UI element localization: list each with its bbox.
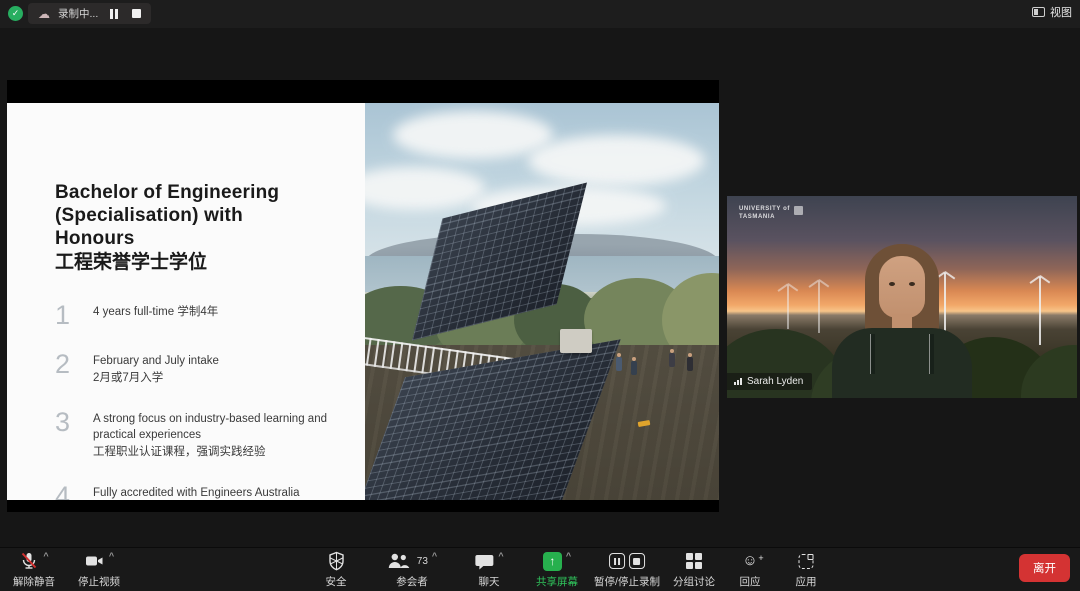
pause-recording-icon[interactable] bbox=[110, 9, 118, 19]
connection-signal-icon bbox=[734, 378, 742, 385]
reactions-label: 回应 bbox=[740, 574, 761, 589]
presentation-slide: Bachelor of Engineering (Specialisation)… bbox=[7, 103, 719, 500]
list-item-line: 2月或7月入学 bbox=[93, 370, 219, 387]
university-tasmania-logo: UNIVERSITY of TASMANIA bbox=[739, 206, 803, 222]
list-item-line: 工程职业认证课程，强调实践经验 bbox=[93, 444, 345, 461]
photo-person bbox=[669, 353, 675, 367]
speaker-video-tile[interactable]: UNIVERSITY of TASMANIA Sarah Lyden bbox=[727, 196, 1077, 398]
chat-label: 聊天 bbox=[478, 574, 499, 589]
participants-label: 参会者 bbox=[396, 574, 428, 589]
stop-recording-icon[interactable] bbox=[629, 553, 645, 569]
share-screen-label: 共享屏幕 bbox=[536, 574, 578, 589]
view-button[interactable]: 视图 bbox=[1032, 4, 1072, 20]
chevron-up-icon[interactable]: ^ bbox=[43, 551, 48, 561]
list-item-number: 4 bbox=[55, 483, 75, 500]
meeting-toolbar: ^ 解除静音 ^ 停止视频 安全 bbox=[0, 547, 1080, 591]
stop-video-label: 停止视频 bbox=[78, 574, 120, 589]
list-item-line: 4 years full-time 学制4年 bbox=[93, 304, 218, 321]
chevron-up-icon[interactable]: ^ bbox=[566, 551, 571, 561]
breakout-grid-icon bbox=[686, 553, 702, 569]
list-item-line: A strong focus on industry-based learnin… bbox=[93, 411, 345, 444]
recording-status-label: 录制中... bbox=[58, 6, 98, 21]
chevron-up-icon[interactable]: ^ bbox=[498, 551, 503, 561]
security-button[interactable]: 安全 bbox=[326, 551, 347, 589]
participants-icon bbox=[387, 552, 411, 570]
chevron-up-icon[interactable]: ^ bbox=[109, 551, 114, 561]
slide-bullet-list: 1 4 years full-time 学制4年 2 February and … bbox=[55, 302, 345, 500]
list-item: 3 A strong focus on industry-based learn… bbox=[55, 409, 345, 461]
security-verified-icon: ✓ bbox=[8, 6, 23, 21]
top-bar: ✓ ☁ 录制中... 视图 bbox=[0, 0, 1080, 28]
chat-bubble-icon bbox=[474, 552, 494, 571]
breakout-label: 分组讨论 bbox=[673, 574, 715, 589]
logo-text-line: TASMANIA bbox=[739, 214, 790, 222]
breakout-rooms-button[interactable]: 分组讨论 bbox=[673, 551, 715, 589]
record-control-label: 暂停/停止录制 bbox=[594, 574, 660, 589]
list-item-number: 3 bbox=[55, 409, 75, 461]
list-item-line: February and July intake bbox=[93, 353, 219, 370]
zoom-meeting-window: ✓ ☁ 录制中... 视图 Bachelor of Engineering (S… bbox=[0, 0, 1080, 591]
participant-name-tag: Sarah Lyden bbox=[727, 373, 812, 390]
shield-icon bbox=[327, 551, 345, 571]
list-item-number: 2 bbox=[55, 351, 75, 386]
list-item: 1 4 years full-time 学制4年 bbox=[55, 302, 345, 329]
chevron-up-icon[interactable]: ^ bbox=[432, 551, 437, 561]
participants-button[interactable]: 73 ^ 参会者 bbox=[387, 551, 437, 589]
recording-indicator: ☁ 录制中... bbox=[28, 3, 151, 24]
participant-video-person bbox=[827, 244, 977, 398]
slide-text-panel: Bachelor of Engineering (Specialisation)… bbox=[7, 103, 365, 500]
photo-person bbox=[687, 357, 693, 371]
pause-stop-recording-button[interactable]: 暂停/停止录制 bbox=[594, 551, 660, 589]
leave-meeting-button[interactable]: 离开 bbox=[1019, 554, 1070, 582]
list-item-text: Fully accredited with Engineers Australi… bbox=[93, 483, 299, 500]
reactions-button[interactable]: ☺ 回应 bbox=[740, 551, 761, 589]
list-item-text: 4 years full-time 学制4年 bbox=[93, 302, 218, 329]
list-item: 2 February and July intake 2月或7月入学 bbox=[55, 351, 345, 386]
camera-icon bbox=[84, 551, 105, 571]
apps-icon bbox=[799, 554, 814, 569]
security-label: 安全 bbox=[326, 574, 347, 589]
stop-video-button[interactable]: ^ 停止视频 bbox=[78, 551, 120, 589]
unmute-label: 解除静音 bbox=[13, 574, 55, 589]
wind-turbine-icon bbox=[787, 285, 789, 329]
cloud-recording-icon: ☁ bbox=[38, 8, 50, 20]
participant-name: Sarah Lyden bbox=[747, 376, 803, 387]
wind-turbine-icon bbox=[1039, 277, 1041, 346]
apps-label: 应用 bbox=[796, 574, 817, 589]
unmute-button[interactable]: ^ 解除静音 bbox=[13, 551, 55, 589]
slide-photo-rooftop-solar bbox=[365, 103, 719, 500]
logo-text-line: UNIVERSITY of bbox=[739, 206, 790, 214]
photo-person bbox=[631, 361, 637, 375]
share-screen-icon: ↑ bbox=[543, 552, 562, 571]
reaction-smiley-icon: ☺ bbox=[742, 552, 757, 570]
list-item-number: 1 bbox=[55, 302, 75, 329]
shared-screen-area: Bachelor of Engineering (Specialisation)… bbox=[7, 80, 719, 512]
slide-title-zh: 工程荣誉学士学位 bbox=[55, 251, 345, 275]
view-layout-icon bbox=[1032, 7, 1045, 17]
slide-title-en: Bachelor of Engineering (Specialisation)… bbox=[55, 181, 325, 251]
list-item: 4 Fully accredited with Engineers Austra… bbox=[55, 483, 345, 500]
list-item-text: February and July intake 2月或7月入学 bbox=[93, 351, 219, 386]
list-item-line: Fully accredited with Engineers Australi… bbox=[93, 485, 299, 500]
view-button-label: 视图 bbox=[1050, 4, 1072, 20]
microphone-muted-icon bbox=[19, 551, 39, 571]
photo-person bbox=[616, 357, 622, 371]
stop-recording-icon[interactable] bbox=[132, 9, 141, 18]
list-item-text: A strong focus on industry-based learnin… bbox=[93, 409, 345, 461]
share-screen-button[interactable]: ↑ ^ 共享屏幕 bbox=[536, 551, 578, 589]
chat-button[interactable]: ^ 聊天 bbox=[474, 551, 503, 589]
university-emblem-icon bbox=[794, 206, 803, 215]
apps-button[interactable]: 应用 bbox=[796, 551, 817, 589]
photo-ac-unit bbox=[560, 329, 592, 353]
participants-count: 73 bbox=[417, 556, 428, 567]
wind-turbine-icon bbox=[818, 281, 820, 334]
pause-recording-icon[interactable] bbox=[609, 553, 625, 569]
